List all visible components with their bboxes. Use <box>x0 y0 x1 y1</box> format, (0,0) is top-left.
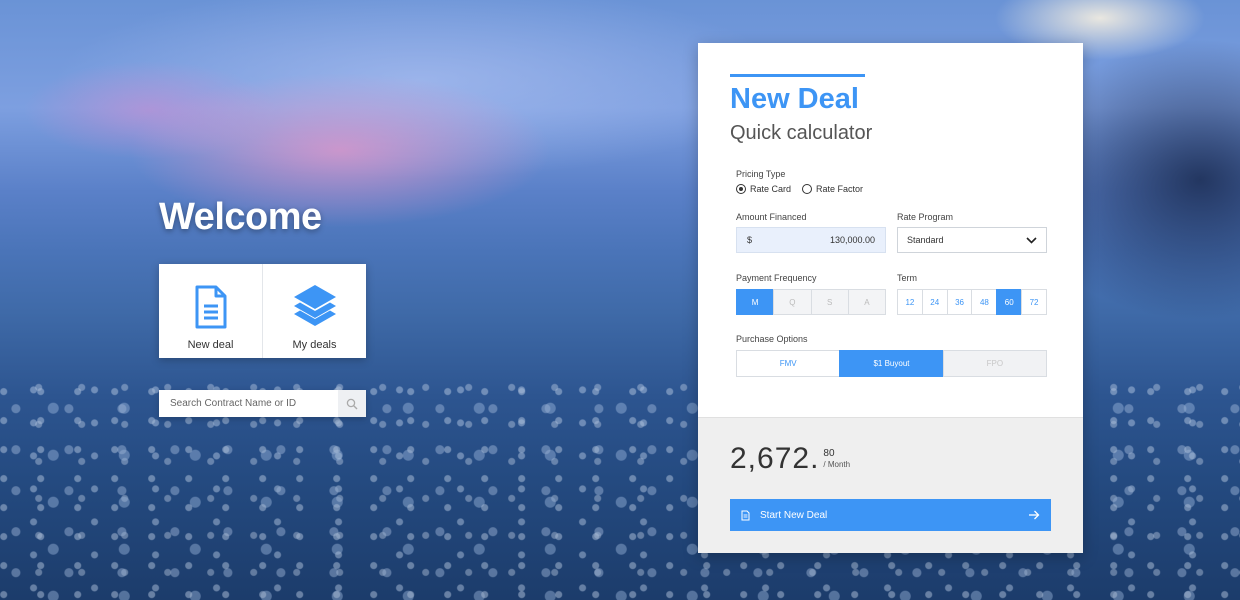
term-option-36[interactable]: 36 <box>946 289 973 315</box>
radio-rate-factor[interactable]: Rate Factor <box>802 184 863 194</box>
term-label: Term <box>897 273 917 283</box>
purchase-options-group: Purchase Options FMV $1 Buyout FPO <box>736 334 1051 377</box>
search-button[interactable] <box>338 390 366 417</box>
term-option-12[interactable]: 12 <box>897 289 923 315</box>
payment-period: / Month <box>823 460 851 469</box>
frequency-option-a[interactable]: A <box>847 289 886 315</box>
document-icon <box>195 285 226 329</box>
amount-financed-label: Amount Financed <box>736 212 807 222</box>
contract-search <box>159 390 366 417</box>
currency-symbol: $ <box>747 235 753 245</box>
arrow-right-icon <box>1029 510 1040 520</box>
rate-program-label: Rate Program <box>897 212 954 222</box>
radio-selected-icon <box>736 184 746 194</box>
start-new-deal-label: Start New Deal <box>760 509 828 521</box>
my-deals-tile[interactable]: My deals <box>262 264 366 358</box>
radio-rate-card-label: Rate Card <box>750 184 792 194</box>
quick-tiles: New deal My deals <box>159 264 366 358</box>
layers-icon <box>293 285 336 326</box>
radio-rate-factor-label: Rate Factor <box>816 184 864 194</box>
payment-frequency-selector: M Q S A <box>736 289 886 315</box>
payment-cents: 80 <box>823 448 835 459</box>
radio-unselected-icon <box>802 184 813 194</box>
search-icon <box>346 398 358 409</box>
term-option-60[interactable]: 60 <box>996 289 1023 315</box>
card-title: New Deal <box>730 83 859 115</box>
pricing-type-label: Pricing Type <box>736 169 786 179</box>
purchase-options-label: Purchase Options <box>736 334 808 344</box>
term-option-24[interactable]: 24 <box>921 289 948 315</box>
purchase-options-selector: FMV $1 Buyout FPO <box>736 350 1047 377</box>
my-deals-label: My deals <box>292 339 337 351</box>
title-accent-line <box>730 74 865 77</box>
monthly-payment: 2,672. 80 / Month <box>730 440 1051 478</box>
radio-rate-card[interactable]: Rate Card <box>736 184 791 194</box>
purchase-option-fmv[interactable]: FMV <box>736 350 841 377</box>
card-subtitle: Quick calculator <box>730 122 873 144</box>
purchase-option-fpo[interactable]: FPO <box>942 350 1047 377</box>
term-option-72[interactable]: 72 <box>1021 289 1047 315</box>
term-selector: 12 24 36 48 60 72 <box>897 289 1047 315</box>
calculator-footer: 2,672. 80 / Month Start New Deal <box>698 417 1083 553</box>
new-deal-tile[interactable]: New deal <box>159 264 262 358</box>
frequency-option-m[interactable]: M <box>736 289 775 315</box>
pricing-type-group: Pricing Type Rate Card Rate Factor <box>736 169 1051 194</box>
welcome-heading: Welcome <box>159 196 322 238</box>
chevron-down-icon <box>1026 236 1037 244</box>
rate-program-value: Standard <box>907 235 944 245</box>
search-input[interactable] <box>159 390 338 417</box>
purchase-option-buyout[interactable]: $1 Buyout <box>839 350 944 377</box>
frequency-option-s[interactable]: S <box>810 289 849 315</box>
payment-amount: 2,672. <box>730 442 820 475</box>
amount-value: 130,000.00 <box>829 235 875 245</box>
payment-frequency-label: Payment Frequency <box>736 273 817 283</box>
quick-calculator-card: New Deal Quick calculator Pricing Type R… <box>698 43 1083 553</box>
frequency-option-q[interactable]: Q <box>773 289 812 315</box>
rate-program-select[interactable]: Standard <box>897 227 1047 253</box>
new-deal-label: New deal <box>187 339 234 351</box>
start-new-deal-button[interactable]: Start New Deal <box>730 499 1051 531</box>
document-icon <box>741 510 750 520</box>
term-option-48[interactable]: 48 <box>971 289 998 315</box>
amount-financed-input[interactable]: $ 130,000.00 <box>736 227 886 253</box>
